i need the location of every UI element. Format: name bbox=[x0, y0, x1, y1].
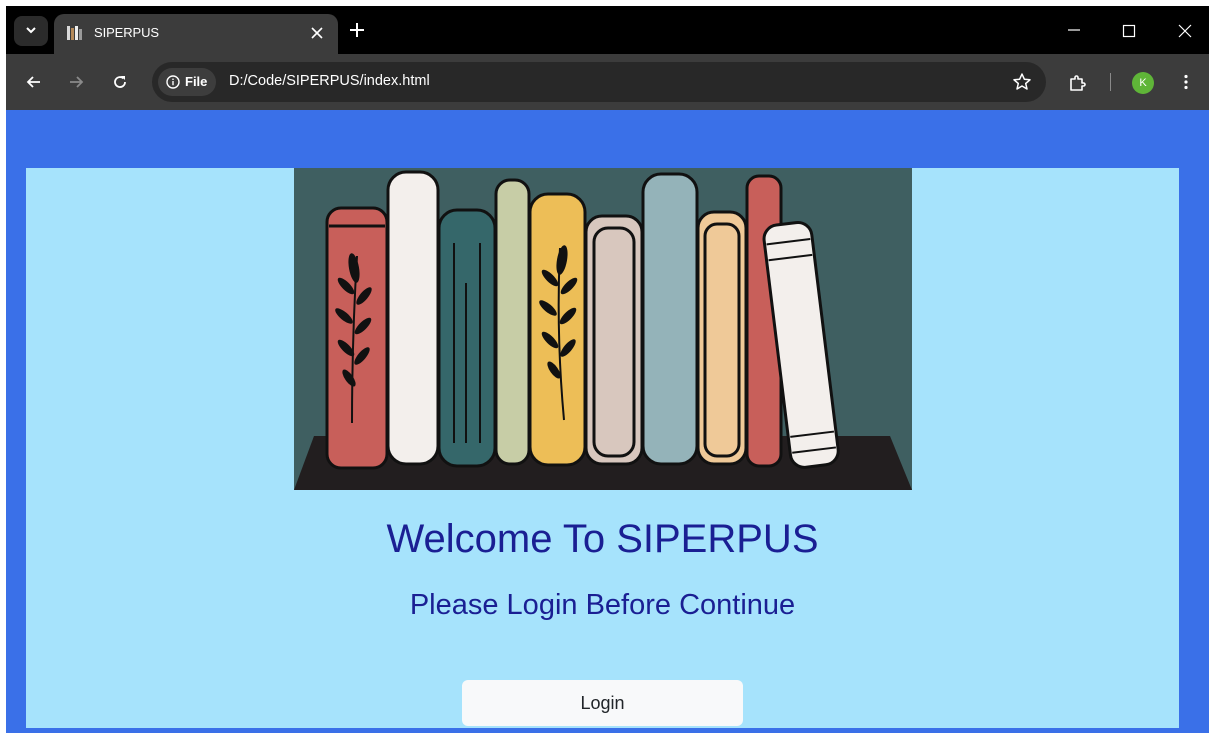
more-vertical-icon bbox=[1184, 74, 1188, 90]
reload-icon bbox=[114, 76, 126, 88]
tab-title: SIPERPUS bbox=[94, 25, 159, 40]
back-button[interactable] bbox=[20, 68, 48, 96]
books-icon bbox=[67, 26, 82, 40]
menu-button[interactable] bbox=[1172, 68, 1200, 96]
close-icon bbox=[1178, 24, 1192, 38]
extensions-button[interactable] bbox=[1062, 68, 1090, 96]
welcome-heading: Welcome To SIPERPUS bbox=[386, 517, 819, 561]
profile-avatar[interactable]: K bbox=[1132, 72, 1154, 94]
bookshelf-illustration bbox=[294, 168, 912, 490]
login-button[interactable]: Login bbox=[462, 680, 743, 726]
close-icon bbox=[311, 27, 323, 39]
login-prompt: Please Login Before Continue bbox=[409, 589, 796, 621]
tab-close-button[interactable] bbox=[306, 22, 328, 44]
chevron-down-icon bbox=[26, 27, 36, 34]
reload-button[interactable] bbox=[106, 68, 134, 96]
tab-bar: SIPERPUS bbox=[6, 6, 1209, 54]
maximize-icon bbox=[1122, 24, 1136, 38]
tab-search-button[interactable] bbox=[14, 16, 48, 46]
toolbar-divider bbox=[1110, 73, 1111, 91]
forward-button[interactable] bbox=[62, 68, 90, 96]
tab-siperpus[interactable]: SIPERPUS bbox=[54, 14, 338, 54]
address-bar[interactable]: File D:/Code/SIPERPUS/index.html bbox=[152, 62, 1046, 102]
arrow-left-icon bbox=[26, 76, 40, 88]
browser-toolbar: File D:/Code/SIPERPUS/index.html K bbox=[6, 54, 1209, 110]
plus-icon bbox=[350, 23, 364, 37]
arrow-right-icon bbox=[70, 76, 84, 88]
site-info-chip[interactable]: File bbox=[158, 68, 216, 96]
page-panel: Welcome To SIPERPUS Please Login Before … bbox=[26, 168, 1179, 728]
info-icon bbox=[166, 75, 180, 89]
maximize-button[interactable] bbox=[1114, 16, 1144, 44]
puzzle-icon bbox=[1070, 75, 1086, 91]
site-info-label: File bbox=[185, 74, 208, 89]
browser-window: SIPERPUS File D:/Code/SIPERPUS/index.htm… bbox=[6, 6, 1209, 733]
bookmark-button[interactable] bbox=[1012, 72, 1032, 92]
new-tab-button[interactable] bbox=[346, 19, 368, 41]
star-icon bbox=[1013, 73, 1031, 90]
url-text: D:/Code/SIPERPUS/index.html bbox=[229, 73, 430, 89]
minimize-icon bbox=[1068, 29, 1080, 31]
window-close-button[interactable] bbox=[1170, 16, 1200, 44]
minimize-button[interactable] bbox=[1059, 16, 1089, 44]
